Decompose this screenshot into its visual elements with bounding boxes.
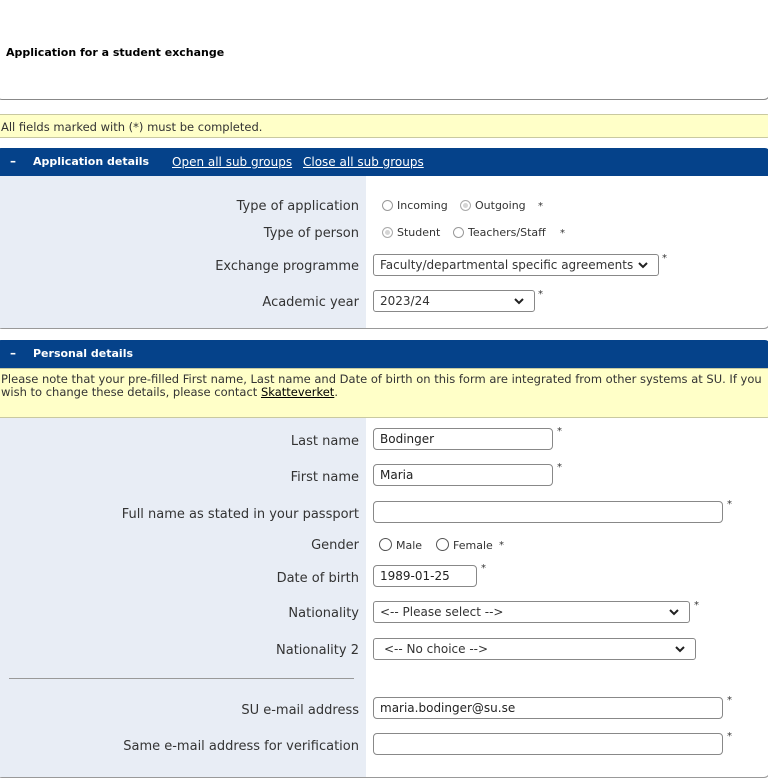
required-fields-notice: All fields marked with (*) must be compl…	[0, 114, 768, 138]
su-email-label: SU e-mail address	[241, 703, 359, 718]
application-details-header: – Application details Open all sub group…	[0, 148, 768, 176]
su-email-input[interactable]	[373, 697, 723, 719]
incoming-radio-option[interactable]: Incoming	[382, 199, 448, 212]
outgoing-radio[interactable]	[460, 200, 471, 211]
required-marker: *	[538, 201, 543, 212]
nationality-2-label: Nationality 2	[276, 643, 359, 658]
nationality-select[interactable]: <-- Please select -->	[373, 601, 690, 623]
application-details-title: Application details	[33, 155, 150, 168]
teachers-staff-radio[interactable]	[453, 227, 464, 238]
female-radio[interactable]	[436, 538, 449, 551]
required-marker: *	[538, 289, 543, 300]
academic-year-select[interactable]: 2023/24	[373, 290, 535, 312]
first-name-input[interactable]	[373, 464, 553, 486]
chevron-down-icon	[638, 262, 648, 269]
personal-details-title: Personal details	[33, 347, 134, 360]
teachers-staff-radio-option[interactable]: Teachers/Staff	[453, 226, 546, 239]
date-of-birth-input[interactable]	[373, 565, 477, 587]
section-divider	[9, 678, 354, 679]
skatteverket-link[interactable]: Skatteverket	[261, 385, 334, 399]
last-name-label: Last name	[290, 434, 359, 449]
male-radio-option[interactable]: Male	[379, 538, 422, 552]
nationality-label: Nationality	[288, 606, 359, 621]
last-name-input[interactable]	[373, 428, 553, 450]
email-verification-input[interactable]	[373, 733, 723, 755]
outgoing-radio-option[interactable]: Outgoing	[460, 199, 526, 212]
required-marker: *	[727, 695, 732, 706]
open-all-sub-groups-link[interactable]: Open all sub groups	[172, 155, 292, 169]
personal-details-header: – Personal details	[0, 340, 768, 368]
chevron-down-icon	[514, 298, 524, 305]
exchange-programme-label: Exchange programme	[215, 259, 359, 274]
passport-name-label: Full name as stated in your passport	[121, 507, 359, 522]
required-marker: *	[557, 462, 562, 473]
close-all-sub-groups-link[interactable]: Close all sub groups	[303, 155, 424, 169]
required-marker: *	[481, 563, 486, 574]
required-marker: *	[499, 540, 504, 551]
type-of-person-label: Type of person	[263, 226, 359, 241]
email-verification-label: Same e-mail address for verification	[123, 739, 359, 754]
required-marker: *	[557, 426, 562, 437]
chevron-down-icon	[675, 646, 685, 653]
personal-details-notice: Please note that your pre-filled First n…	[0, 368, 768, 418]
required-marker: *	[694, 600, 699, 611]
collapse-application-toggle[interactable]: –	[10, 154, 16, 168]
type-of-application-label: Type of application	[236, 199, 359, 214]
chevron-down-icon	[669, 609, 679, 616]
incoming-radio[interactable]	[382, 200, 393, 211]
nationality-2-select[interactable]: <-- No choice -->	[373, 638, 696, 660]
exchange-programme-select[interactable]: Faculty/departmental specific agreements	[373, 254, 659, 276]
passport-name-input[interactable]	[373, 501, 723, 523]
academic-year-label: Academic year	[262, 295, 359, 310]
student-radio-option[interactable]: Student	[382, 226, 440, 239]
page-title: Application for a student exchange	[6, 46, 225, 59]
gender-label: Gender	[311, 538, 359, 553]
male-radio[interactable]	[379, 538, 392, 551]
required-marker: *	[560, 228, 565, 239]
required-marker: *	[662, 253, 667, 264]
required-marker: *	[727, 499, 732, 510]
page-header: Application for a student exchange	[0, 0, 768, 100]
student-radio[interactable]	[382, 227, 393, 238]
collapse-personal-toggle[interactable]: –	[10, 346, 16, 360]
first-name-label: First name	[290, 470, 359, 485]
female-radio-option[interactable]: Female	[436, 538, 493, 552]
required-marker: *	[727, 731, 732, 742]
date-of-birth-label: Date of birth	[276, 571, 359, 586]
